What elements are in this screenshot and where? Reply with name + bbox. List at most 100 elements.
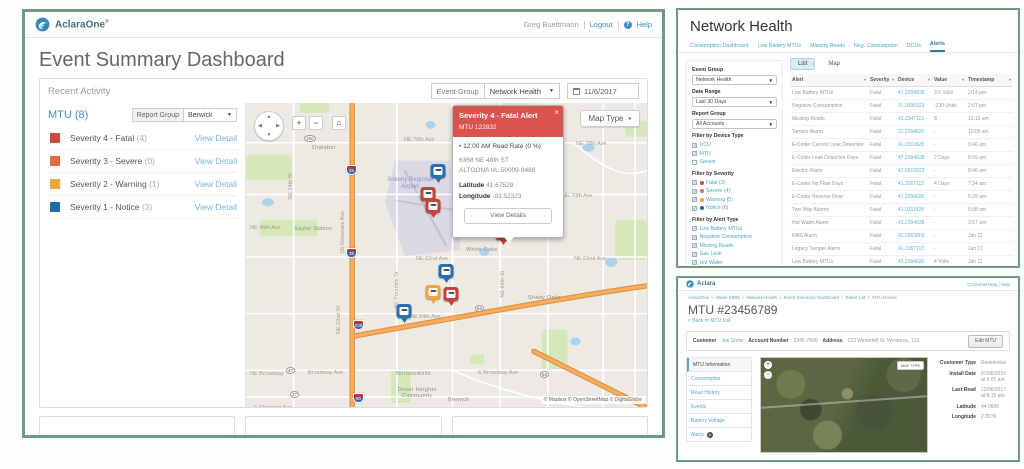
filter-checkbox-hot-water[interactable]: ✓ Hot Water [692,259,777,267]
sidebar-item-read-history[interactable]: Read History [687,386,751,400]
view-detail-link[interactable]: View Detail [195,156,237,166]
tab-neg-consumption[interactable]: Neg. Consumption [854,43,898,52]
tab-missing-reads[interactable]: Missing Reads [810,43,845,52]
map-type-button[interactable]: Map Type ▾ [579,110,640,127]
device-link[interactable]: 31.0395923 [896,99,932,113]
checkbox[interactable]: ✓ [692,197,697,203]
help-link[interactable]: Help [637,20,652,29]
breadcrumb-item[interactable]: AclaraOne [688,295,709,300]
zoom-out-button[interactable]: − [764,371,772,379]
view-detail-link[interactable]: View Detail [195,202,237,212]
device-link[interactable]: 41.2347113 [896,112,932,126]
device-link[interactable]: 41.2394620 [896,255,932,266]
filter-select-event-group[interactable]: Network Health ▼ [692,75,777,85]
map-pin-notice[interactable] [438,264,454,284]
help-icon[interactable]: ? [623,20,632,29]
map-canvas[interactable]: NE 78th Ave NE 78th Ave NE 70th Ave NE 46th… [245,103,647,407]
device-link[interactable]: 41.2394838 [896,86,932,100]
edit-mtu-button[interactable]: Edit MTU [968,334,1003,348]
home-extent-button[interactable]: ⌂ [332,116,346,130]
list-view-button[interactable]: List [790,58,816,70]
column-header-timestamp[interactable]: Timestamp ▾ [966,74,1013,87]
sort-icon[interactable]: ▾ [928,77,930,82]
breadcrumb-item[interactable]: MTU Details [872,295,897,300]
report-group-select[interactable]: Berwick ▼ [183,108,237,122]
view-details-button[interactable]: View Details [464,207,552,224]
filter-checkbox-warning-5[interactable]: ✓ Warning (5) [692,196,777,205]
tab-alerts[interactable]: Alerts [929,41,945,52]
map-pin-notice[interactable] [396,304,412,324]
filter-checkbox-gas-leak[interactable]: ✓ Gas Leak [692,250,777,259]
customer-name-link[interactable]: Jon Snow [721,338,743,344]
zoom-out-button[interactable]: − [309,116,323,130]
checkbox[interactable]: ✓ [692,251,697,257]
filter-checkbox-missing-reads[interactable]: ✓ Missing Reads [692,242,777,251]
filter-checkbox-dcu[interactable]: ✓ DCU [692,141,777,150]
sort-icon[interactable]: ▾ [864,77,866,82]
filter-checkbox-negative-consumption[interactable]: ✓ Negative Consumption [692,233,777,242]
breadcrumb-item[interactable]: Water MDM [716,295,740,300]
checkbox[interactable] [692,159,697,165]
filter-checkbox-tamper-alarm[interactable]: ✓Tamper Alarm [692,267,777,268]
filter-checkbox-sensor[interactable]: Sensor [692,158,777,167]
zoom-in-button[interactable]: + [764,361,772,369]
sort-icon[interactable]: ▾ [1009,77,1011,82]
satellite-map[interactable]: + − MAP TYPE [760,357,928,453]
filter-checkbox-fatal-3[interactable]: ✓ Fatal (3) [692,179,777,188]
filter-checkbox-low-battery-mtus[interactable]: ✓ Low Battery MTUs [692,225,777,234]
checkbox[interactable]: ✓ [692,188,697,194]
filter-select-date-range[interactable]: Last 30 Days ▼ [692,97,777,107]
checkbox[interactable]: ✓ [692,234,697,240]
checkbox[interactable]: ✓ [692,180,697,186]
checkbox[interactable]: ✓ [692,243,697,249]
sidebar-item-battery-voltage[interactable]: Battery Voltage [687,414,751,428]
logout-link[interactable]: Logout [590,20,613,29]
view-detail-link[interactable]: View Detail [195,133,237,143]
checkbox[interactable]: ✓ [692,260,697,266]
pan-left-icon[interactable]: ◀ [258,123,262,129]
breadcrumb-item[interactable]: Network Health [746,295,777,300]
tab-low-battery-mtus[interactable]: Low Battery MTUs [758,43,802,52]
device-link[interactable]: 31.2394620 [896,125,932,139]
column-header-value[interactable]: Value ▾ [932,74,966,87]
map-pin-warning[interactable] [425,285,441,305]
sort-icon[interactable]: ▾ [962,77,964,82]
sidebar-item-consumption[interactable]: Consumption [687,372,751,386]
date-picker[interactable]: 11/6/2017 [567,83,639,99]
checkbox[interactable]: ✓ [692,151,697,157]
checkbox[interactable]: ✓ [692,205,697,211]
device-link[interactable]: 41.0311828 [896,138,932,152]
device-link[interactable]: 41.2267113 [896,177,932,191]
device-link[interactable]: 41.0311828 [896,203,932,217]
pan-right-icon[interactable]: ▶ [276,123,280,129]
filter-select-report-group[interactable]: All Accounts ▼ [692,119,777,129]
device-link[interactable]: 41.2394638 [896,216,932,230]
tab-consumption-dashboard[interactable]: Consumption Dashboard [690,43,749,52]
device-link[interactable]: 41.2267113 [896,242,932,256]
view-detail-link[interactable]: View Detail [195,179,237,189]
map-pin-fatal[interactable] [425,199,441,219]
column-header-device[interactable]: Device ▾ [896,74,932,87]
breadcrumb-item[interactable]: Event List [846,295,866,300]
column-header-severity[interactable]: Severity ▾ [868,74,896,87]
sidebar-item-mtu-information[interactable]: MTU Information [687,358,751,372]
map-view-button[interactable]: Map [820,58,849,70]
sidebar-item-events[interactable]: Events [687,400,751,414]
back-to-list-link[interactable]: < Back to MTU List [688,318,1008,324]
device-link[interactable]: 41.0393803 [896,229,932,243]
map-type-chip[interactable]: MAP TYPE [896,361,924,370]
sort-icon[interactable]: ▾ [892,77,894,82]
map-pin-fatal[interactable] [443,287,459,307]
checkbox[interactable]: ✓ [692,142,697,148]
sidebar-item-alerts[interactable]: Alerts 8 [687,428,751,442]
checkbox[interactable]: ✓ [692,226,697,232]
device-link[interactable]: 41.2394620 [896,190,932,204]
device-link[interactable]: 47.2394638 [896,151,932,165]
breadcrumb-item[interactable]: Event Summary Dashboard [784,295,839,300]
event-group-select[interactable]: Network Health ▼ [483,83,560,99]
map-pin-notice[interactable] [430,164,446,184]
device-link[interactable]: 41.0919923 [896,164,932,178]
filter-checkbox-severe-4[interactable]: ✓ Severe (4) [692,187,777,196]
tab-dcus[interactable]: DCUs [907,43,921,52]
consumer-help-links[interactable]: ConsumerHelp | Help [967,282,1010,287]
